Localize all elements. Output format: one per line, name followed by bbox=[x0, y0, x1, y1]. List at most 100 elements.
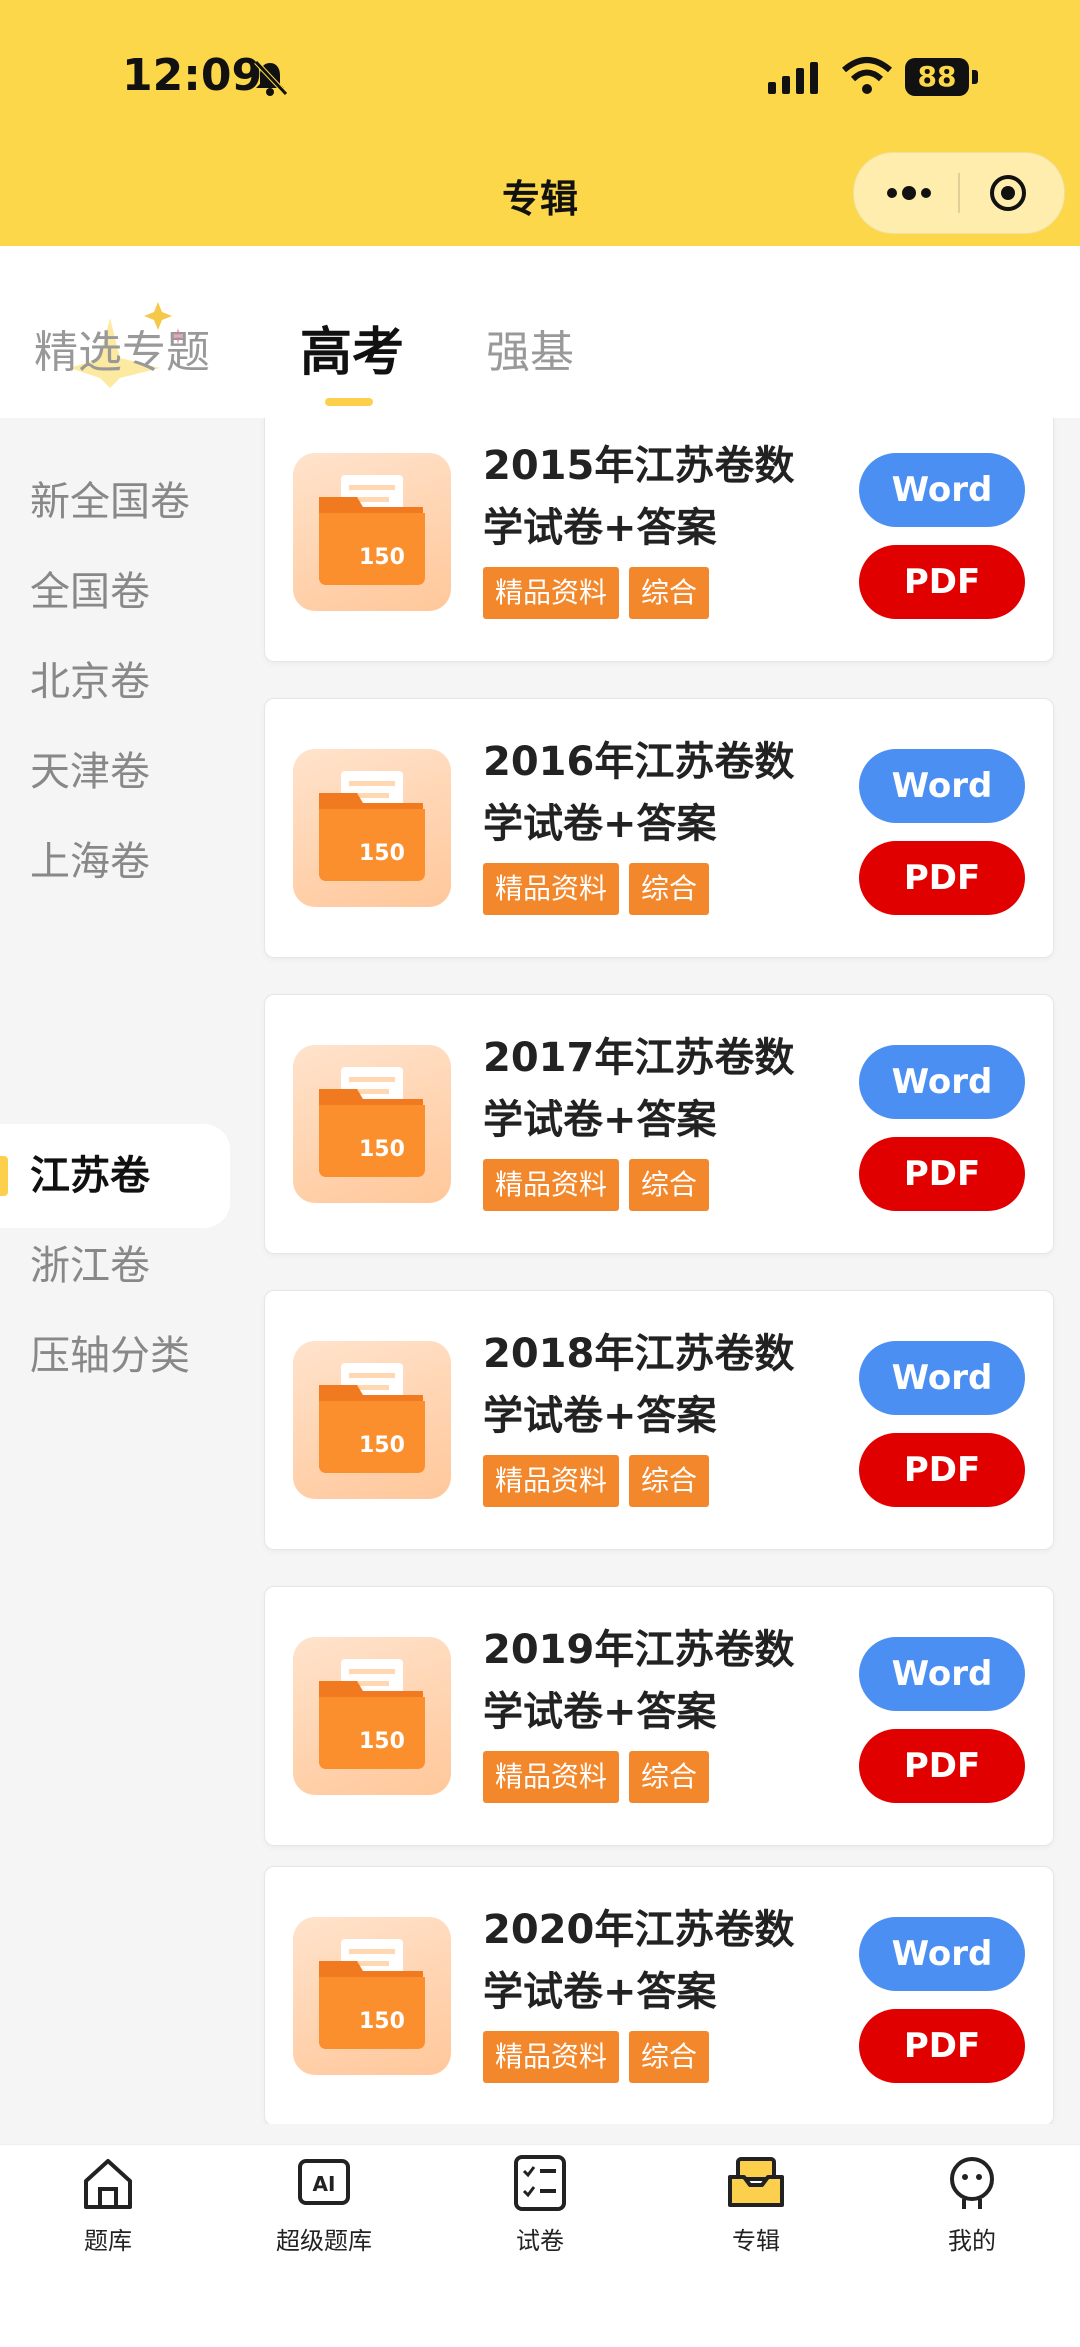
thumbnail-badge: 150 bbox=[359, 841, 405, 866]
tag-premium: 精品资料 bbox=[483, 863, 620, 915]
profile-icon bbox=[950, 2157, 994, 2209]
resource-card[interactable]: 150 2020年江苏卷数学试卷+答案 精品资料 综合 Word PDF bbox=[264, 1866, 1054, 2124]
pdf-download-button[interactable]: PDF bbox=[859, 841, 1025, 915]
pdf-download-button[interactable]: PDF bbox=[859, 2009, 1025, 2083]
sidebar-item-yazhou[interactable]: 压轴分类 bbox=[0, 1304, 230, 1408]
tab-qiangji[interactable]: 强基 bbox=[486, 316, 574, 380]
tabbar-item-shijuan[interactable]: 试卷 bbox=[432, 2153, 648, 2256]
bottom-tab-bar: 题库 AI 超级题库 试卷 专辑 我的 bbox=[0, 2144, 1080, 2347]
pdf-download-button[interactable]: PDF bbox=[859, 545, 1025, 619]
folder-thumbnail: 150 bbox=[293, 1637, 451, 1795]
card-title: 2016年江苏卷数学试卷+答案 bbox=[483, 739, 795, 847]
tabbar-label: 超级题库 bbox=[276, 2227, 372, 2255]
inbox-icon bbox=[728, 2157, 784, 2207]
tab-featured[interactable]: 精选专题 bbox=[34, 316, 210, 380]
resource-list: 150 2015年江苏卷数学试卷+答案 精品资料 综合 Word PDF 150 … bbox=[230, 418, 1080, 2124]
sidebar-item-tianjin[interactable]: 天津卷 bbox=[0, 720, 230, 824]
battery-tip bbox=[972, 70, 978, 84]
tabbar-item-zhuanji[interactable]: 专辑 bbox=[648, 2153, 864, 2256]
sidebar-item-beijing[interactable]: 北京卷 bbox=[0, 630, 230, 734]
card-title: 2018年江苏卷数学试卷+答案 bbox=[483, 1331, 795, 1439]
folder-thumbnail: 150 bbox=[293, 453, 451, 611]
home-icon bbox=[84, 2159, 132, 2209]
tag-general: 综合 bbox=[629, 1751, 710, 1803]
thumbnail-badge: 150 bbox=[359, 1137, 405, 1162]
folder-icon bbox=[319, 475, 425, 585]
thumbnail-badge: 150 bbox=[359, 2009, 405, 2034]
tabbar-label: 试卷 bbox=[516, 2227, 564, 2255]
battery-indicator: 88 bbox=[905, 58, 969, 96]
sidebar-item-xinquanguo[interactable]: 新全国卷 bbox=[0, 450, 230, 554]
sidebar-item-quanguo[interactable]: 全国卷 bbox=[0, 540, 230, 644]
folder-thumbnail: 150 bbox=[293, 1917, 451, 2075]
thumbnail-badge: 150 bbox=[359, 1729, 405, 1754]
word-download-button[interactable]: Word bbox=[859, 1045, 1025, 1119]
more-icon[interactable] bbox=[884, 179, 934, 207]
tag-premium: 精品资料 bbox=[483, 1751, 620, 1803]
tabbar-item-mine[interactable]: 我的 bbox=[864, 2153, 1080, 2256]
bell-muted-icon bbox=[254, 60, 288, 96]
folder-icon bbox=[319, 771, 425, 881]
card-tags: 精品资料 综合 bbox=[483, 1159, 719, 1211]
word-download-button[interactable]: Word bbox=[859, 453, 1025, 527]
tag-general: 综合 bbox=[629, 2031, 710, 2083]
capsule-divider bbox=[958, 173, 960, 213]
tag-general: 综合 bbox=[629, 567, 710, 619]
sidebar-item-jiangsu[interactable]: 江苏卷 bbox=[0, 1124, 230, 1228]
mini-program-capsule bbox=[853, 152, 1065, 234]
tag-general: 综合 bbox=[629, 863, 710, 915]
wifi-icon bbox=[842, 57, 892, 94]
status-time: 12:09 bbox=[122, 50, 263, 101]
tabbar-label: 题库 bbox=[84, 2227, 132, 2255]
folder-icon bbox=[319, 1363, 425, 1473]
resource-card[interactable]: 150 2017年江苏卷数学试卷+答案 精品资料 综合 Word PDF bbox=[264, 994, 1054, 1254]
ai-icon: AI bbox=[298, 2159, 350, 2205]
resource-card[interactable]: 150 2016年江苏卷数学试卷+答案 精品资料 综合 Word PDF bbox=[264, 698, 1054, 958]
sidebar-item-shanghai[interactable]: 上海卷 bbox=[0, 810, 230, 914]
word-download-button[interactable]: Word bbox=[859, 749, 1025, 823]
sidebar-item-zhejiang[interactable]: 浙江卷 bbox=[0, 1214, 230, 1318]
word-download-button[interactable]: Word bbox=[859, 1341, 1025, 1415]
thumbnail-badge: 150 bbox=[359, 1433, 405, 1458]
card-title: 2017年江苏卷数学试卷+答案 bbox=[483, 1035, 795, 1143]
resource-card[interactable]: 150 2019年江苏卷数学试卷+答案 精品资料 综合 Word PDF bbox=[264, 1586, 1054, 1846]
tabbar-item-super[interactable]: AI 超级题库 bbox=[216, 2153, 432, 2256]
tab-gaokao[interactable]: 高考 bbox=[300, 310, 404, 385]
resource-card[interactable]: 150 2015年江苏卷数学试卷+答案 精品资料 综合 Word PDF bbox=[264, 418, 1054, 662]
card-tags: 精品资料 综合 bbox=[483, 863, 719, 915]
tabbar-label: 专辑 bbox=[732, 2227, 780, 2255]
folder-thumbnail: 150 bbox=[293, 1045, 451, 1203]
card-title: 2020年江苏卷数学试卷+答案 bbox=[483, 1907, 795, 2015]
tabbar-item-tiku[interactable]: 题库 bbox=[0, 2153, 216, 2256]
folder-thumbnail: 150 bbox=[293, 749, 451, 907]
header: 12:09 88 专辑 bbox=[0, 0, 1080, 246]
thumbnail-badge: 150 bbox=[359, 545, 405, 570]
signal-icon bbox=[768, 62, 818, 94]
pdf-download-button[interactable]: PDF bbox=[859, 1433, 1025, 1507]
tag-premium: 精品资料 bbox=[483, 567, 620, 619]
resource-card[interactable]: 150 2018年江苏卷数学试卷+答案 精品资料 综合 Word PDF bbox=[264, 1290, 1054, 1550]
word-download-button[interactable]: Word bbox=[859, 1917, 1025, 1991]
folder-icon bbox=[319, 1939, 425, 2049]
card-tags: 精品资料 综合 bbox=[483, 1455, 719, 1507]
pdf-download-button[interactable]: PDF bbox=[859, 1137, 1025, 1211]
word-download-button[interactable]: Word bbox=[859, 1637, 1025, 1711]
top-tabs: 精选专题 高考 强基 bbox=[0, 246, 1080, 418]
close-target-icon[interactable] bbox=[988, 173, 1028, 213]
tabbar-label: 我的 bbox=[948, 2227, 996, 2255]
tag-general: 综合 bbox=[629, 1455, 710, 1507]
tag-premium: 精品资料 bbox=[483, 1455, 620, 1507]
folder-icon bbox=[319, 1067, 425, 1177]
folder-icon bbox=[319, 1659, 425, 1769]
tag-premium: 精品资料 bbox=[483, 1159, 620, 1211]
card-tags: 精品资料 综合 bbox=[483, 567, 719, 619]
tab-indicator bbox=[325, 398, 373, 406]
card-title: 2019年江苏卷数学试卷+答案 bbox=[483, 1627, 795, 1735]
card-tags: 精品资料 综合 bbox=[483, 2031, 719, 2083]
pdf-download-button[interactable]: PDF bbox=[859, 1729, 1025, 1803]
svg-text:AI: AI bbox=[313, 2172, 336, 2196]
folder-thumbnail: 150 bbox=[293, 1341, 451, 1499]
sidebar: 新全国卷 全国卷 北京卷 天津卷 上海卷 江苏卷 浙江卷 压轴分类 bbox=[0, 418, 230, 2124]
tag-premium: 精品资料 bbox=[483, 2031, 620, 2083]
card-tags: 精品资料 综合 bbox=[483, 1751, 719, 1803]
